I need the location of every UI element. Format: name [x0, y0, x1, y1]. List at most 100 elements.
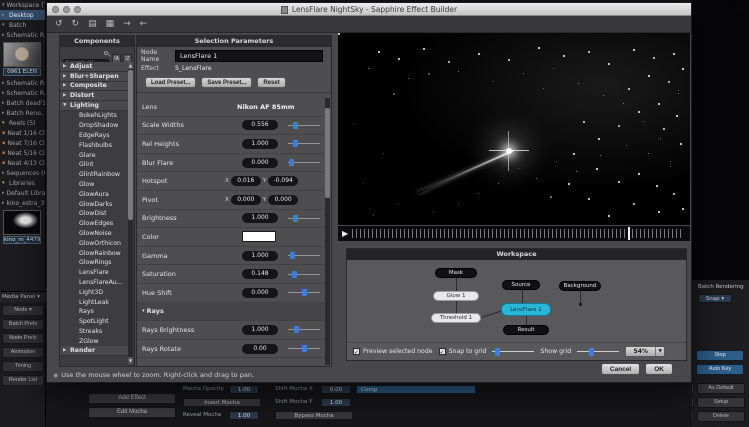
- media-panel-button[interactable]: Animation: [2, 347, 44, 358]
- expander-icon[interactable]: ▶: [63, 348, 68, 353]
- media-tree-item[interactable]: ▾ Workspace (The...: [0, 0, 45, 10]
- component-item[interactable]: Flashbulbs: [60, 140, 128, 150]
- media-tree-item[interactable]: ▸ Desktop: [0, 10, 45, 20]
- components-scrollbar[interactable]: ▲ ▼: [128, 62, 133, 364]
- slider-handle[interactable]: [292, 271, 297, 278]
- parameter-slider[interactable]: [288, 158, 320, 167]
- cancel-button[interactable]: Cancel: [601, 363, 640, 375]
- toolbar-icon[interactable]: ▦: [106, 20, 115, 29]
- toolbar-icon[interactable]: →: [123, 20, 131, 29]
- mocha-value[interactable]: 1.00: [229, 385, 259, 394]
- media-tree-item[interactable]: ▸ Batch dead'12: [0, 98, 45, 108]
- tree-expander-icon[interactable]: ▾: [2, 22, 7, 28]
- clip-thumbnail[interactable]: [3, 42, 41, 67]
- color-swatch[interactable]: [242, 231, 276, 242]
- parameter-value[interactable]: 0.00: [242, 344, 278, 354]
- tree-expander-icon[interactable]: ▸: [2, 170, 5, 176]
- slider-handle[interactable]: [293, 215, 298, 222]
- mocha-label[interactable]: Mocha Opacity: [183, 386, 229, 392]
- parameter-slider[interactable]: [288, 344, 320, 353]
- expander-icon[interactable]: ▼: [63, 103, 68, 108]
- media-panel-button[interactable]: Render List: [2, 375, 44, 386]
- chevron-down-icon[interactable]: ▾: [37, 294, 40, 300]
- tree-expander-icon[interactable]: ▸: [2, 90, 5, 96]
- expander-icon[interactable]: ▶: [63, 64, 68, 69]
- component-item[interactable]: Light3D: [60, 287, 128, 297]
- media-tree-item[interactable]: ▸ kino_estra_376_: [0, 198, 45, 208]
- effect-button[interactable]: Edit Mocha: [88, 407, 176, 418]
- parameters-scrollbar[interactable]: [325, 98, 330, 365]
- component-item[interactable]: ▶ Composite: [60, 82, 128, 92]
- load-preset-button[interactable]: Load Preset...: [145, 77, 196, 88]
- tree-expander-icon[interactable]: ▾: [2, 2, 5, 8]
- parameter-slider[interactable]: [288, 139, 320, 148]
- node-background[interactable]: Background: [559, 281, 601, 291]
- zoom-level-dropdown[interactable]: 54% ▼: [625, 346, 665, 357]
- parameter-value[interactable]: 1.000: [242, 213, 278, 223]
- component-item[interactable]: GlowDarks: [60, 199, 128, 209]
- node-name-input[interactable]: LensFlare 1: [175, 50, 323, 62]
- section-expander-icon[interactable]: ▾: [142, 308, 145, 314]
- mocha-value[interactable]: 1.00: [321, 398, 351, 407]
- parameter-value[interactable]: 1.000: [242, 251, 278, 261]
- media-tree-item[interactable]: ▸ Schematic R...: [0, 78, 45, 88]
- toolbar-icon[interactable]: ↺: [55, 20, 63, 29]
- tree-expander-icon[interactable]: ▸: [2, 200, 5, 206]
- component-item[interactable]: GlowDist: [60, 209, 128, 219]
- close-window-button[interactable]: [52, 6, 59, 13]
- node-mask[interactable]: Mask: [435, 268, 477, 278]
- node-graph[interactable]: Mask Glow 1 Threshold 1 Source Backgroun…: [347, 260, 686, 342]
- component-item[interactable]: Glint: [60, 160, 128, 170]
- mocha-value[interactable]: 1.00: [229, 411, 259, 420]
- media-tree-item[interactable]: ▪ Neat 4/13 Clip1: [0, 158, 45, 168]
- parameter-value[interactable]: 1.000: [242, 325, 278, 335]
- component-item[interactable]: LightLeak: [60, 297, 128, 307]
- slider-handle[interactable]: [302, 345, 307, 352]
- component-item[interactable]: ▶ Distort: [60, 91, 128, 101]
- tool-button[interactable]: Setup: [697, 397, 745, 408]
- tree-expander-icon[interactable]: ▪: [2, 160, 5, 166]
- minimize-window-button[interactable]: [63, 6, 70, 13]
- slider-handle[interactable]: [589, 348, 594, 356]
- expander-icon[interactable]: ▶: [63, 74, 68, 79]
- slider-handle[interactable]: [293, 140, 298, 147]
- component-item[interactable]: GlowAura: [60, 189, 128, 199]
- media-tree-item[interactable]: ▾ Reels (5): [0, 118, 45, 128]
- tree-expander-icon[interactable]: ▾: [2, 120, 7, 126]
- component-item[interactable]: ▼ Lighting: [60, 101, 128, 111]
- component-item[interactable]: ▶ Render: [60, 346, 128, 356]
- mocha-label[interactable]: Bypass Mocha: [275, 411, 353, 420]
- component-item[interactable]: Glow: [60, 180, 128, 190]
- parameter-slider[interactable]: [288, 214, 320, 223]
- node-threshold[interactable]: Threshold 1: [431, 313, 481, 323]
- expander-icon[interactable]: ▶: [63, 83, 68, 88]
- parameter-slider[interactable]: [288, 251, 320, 260]
- toolbar-icon[interactable]: ←: [140, 20, 148, 29]
- tree-expander-icon[interactable]: ▸: [2, 80, 5, 86]
- scroll-up-icon[interactable]: ▲: [128, 62, 133, 69]
- parameter-value[interactable]: 0.148: [242, 269, 278, 279]
- tree-expander-icon[interactable]: ▪: [2, 150, 5, 156]
- component-item[interactable]: LensFlare: [60, 268, 128, 278]
- slider-handle[interactable]: [289, 159, 294, 166]
- parameter-value[interactable]: 0.000: [242, 288, 278, 298]
- preview-selected-node-checkbox[interactable]: ✓ Preview selected node: [353, 348, 433, 355]
- parameter-value[interactable]: 1.000: [242, 139, 278, 149]
- parameter-y-value[interactable]: 0.000: [268, 195, 298, 205]
- media-panel-button[interactable]: Node ▾: [2, 305, 44, 316]
- scroll-down-icon[interactable]: ▼: [128, 357, 133, 364]
- component-item[interactable]: GlowNoise: [60, 229, 128, 239]
- parameter-slider[interactable]: [288, 270, 320, 279]
- component-item[interactable]: Glare: [60, 150, 128, 160]
- slider-handle[interactable]: [294, 326, 299, 333]
- node-glow[interactable]: Glow 1: [433, 291, 479, 301]
- parameter-y-value[interactable]: -0.094: [268, 176, 298, 186]
- component-item[interactable]: GlowRings: [60, 258, 128, 268]
- component-item[interactable]: ▶ Blur+Sharpen: [60, 72, 128, 82]
- mocha-label[interactable]: Insert Mocha: [183, 398, 261, 407]
- media-tree-item[interactable]: ▸ Schematic R...: [0, 30, 45, 40]
- media-tree-item[interactable]: ▸ Batch Reno...: [0, 108, 45, 118]
- component-item[interactable]: SpotLight: [60, 317, 128, 327]
- accent-button[interactable]: Auto Key: [696, 364, 744, 375]
- slider-handle[interactable]: [495, 348, 500, 356]
